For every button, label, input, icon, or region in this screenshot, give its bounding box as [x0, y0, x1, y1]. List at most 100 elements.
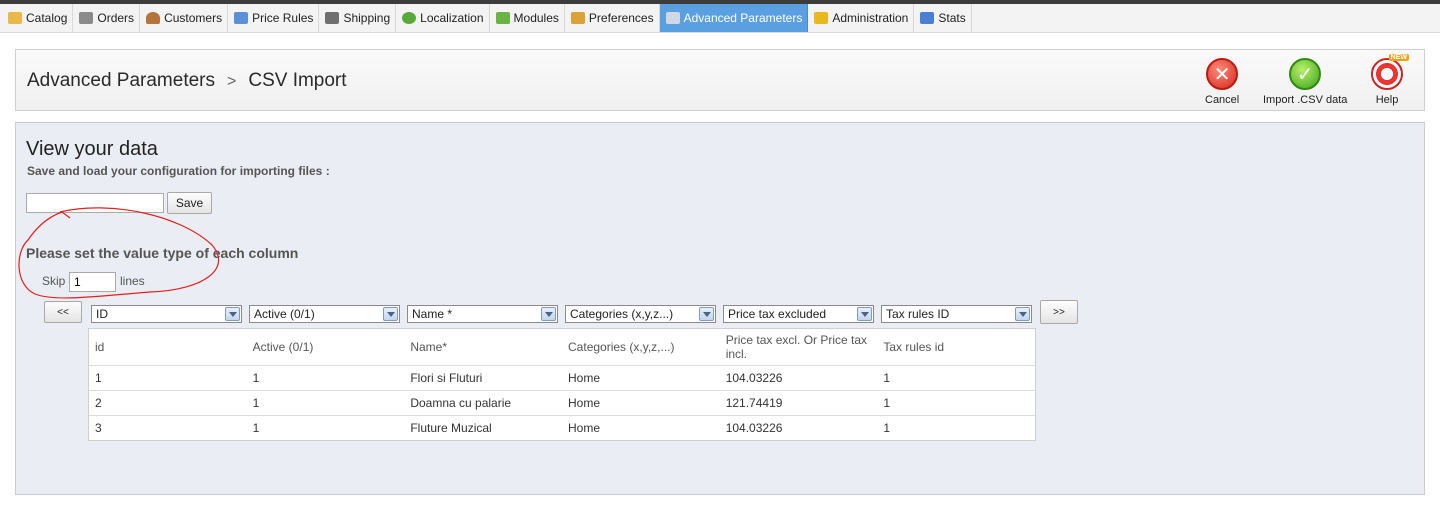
preferences-icon [570, 12, 585, 24]
cancel-button[interactable]: ✕ Cancel [1205, 58, 1239, 106]
key-icon [814, 12, 829, 24]
truck-icon [325, 12, 340, 24]
help-label: Help [1375, 94, 1399, 106]
checkmark-icon: ✓ [1289, 58, 1322, 90]
chevron-down-icon [699, 307, 714, 321]
tab-price-rules[interactable]: Price Rules [228, 4, 320, 32]
tab-label: Orders [97, 11, 135, 25]
table-cell: Home [568, 396, 601, 410]
chevron-down-icon [383, 307, 398, 321]
config-name-input[interactable] [26, 193, 164, 213]
column-type-select-1[interactable]: ID [91, 305, 242, 323]
panel-title: View your data [26, 138, 158, 160]
skip-label: Skip [42, 274, 66, 288]
table-header-cell: Name* [410, 340, 448, 354]
table-header-cell: id [95, 340, 105, 354]
lifebuoy-icon: NEW [1371, 54, 1409, 90]
column-type-select-5[interactable]: Price tax excluded [723, 305, 874, 323]
tab-stats[interactable]: Stats [914, 4, 972, 32]
table-cell: Doamna cu palarie [410, 396, 512, 410]
tab-label: Price Rules [252, 11, 314, 25]
tab-label: Shipping [343, 11, 391, 25]
previous-columns-button[interactable]: << [44, 301, 82, 323]
column-type-select-2[interactable]: Active (0/1) [249, 305, 400, 323]
table-header-cell: Categories (x,y,z,...) [568, 340, 675, 354]
table-header-row: id Active (0/1) Name* Categories (x,y,z,… [89, 329, 1035, 366]
table-cell: 3 [95, 421, 102, 435]
table-row: 1 1 Flori si Fluturi Home 104.03226 1 [89, 366, 1035, 391]
csv-preview-panel: View your data Save and load your config… [15, 122, 1425, 495]
tab-administration[interactable]: Administration [808, 4, 915, 32]
tab-label: Advanced Parameters [683, 11, 803, 25]
table-cell: 1 [883, 371, 891, 385]
column-type-select-3[interactable]: Name * [407, 305, 558, 323]
puzzle-icon [495, 12, 510, 24]
select-value: Categories (x,y,z...) [570, 307, 674, 321]
csv-preview-table: id Active (0/1) Name* Categories (x,y,z,… [88, 328, 1036, 441]
wrench-icon [665, 12, 680, 24]
price-tag-icon [234, 12, 249, 24]
breadcrumb: Advanced Parameters > CSV Import [27, 70, 347, 92]
tab-label: Stats [938, 11, 966, 25]
globe-icon [402, 12, 417, 24]
table-cell: Fluture Muzical [410, 421, 492, 435]
breadcrumb-page: CSV Import [248, 70, 347, 91]
table-header-cell: Tax rules id [883, 340, 945, 354]
tab-label: Modules [513, 11, 559, 25]
folder-icon [8, 12, 22, 24]
breadcrumb-separator: > [227, 73, 237, 90]
table-cell: 1 [883, 421, 891, 435]
tab-shipping[interactable]: Shipping [319, 4, 397, 32]
select-value: Active (0/1) [254, 307, 315, 321]
tab-modules[interactable]: Modules [490, 4, 565, 32]
table-row: 2 1 Doamna cu palarie Home 121.74419 1 [89, 391, 1035, 416]
cancel-label: Cancel [1205, 94, 1240, 106]
table-cell: Flori si Fluturi [410, 371, 483, 385]
table-cell: 1 [252, 396, 260, 410]
chevron-down-icon [857, 307, 872, 321]
tab-label: Localization [420, 11, 484, 25]
skip-lines-input[interactable] [69, 272, 116, 292]
lines-label: lines [120, 274, 145, 288]
new-badge: NEW [1388, 54, 1409, 61]
tab-label: Preferences [588, 11, 654, 25]
tab-localization[interactable]: Localization [396, 4, 490, 32]
select-value: Tax rules ID [886, 307, 950, 321]
tab-catalog[interactable]: Catalog [2, 4, 74, 32]
column-type-heading: Please set the value type of each column [26, 245, 299, 261]
select-value: Name * [412, 307, 453, 321]
breadcrumb-section[interactable]: Advanced Parameters [27, 70, 215, 91]
import-label: Import .CSV data [1263, 94, 1348, 106]
table-cell: 104.03226 [725, 421, 783, 435]
next-columns-button[interactable]: >> [1040, 300, 1078, 324]
chevron-down-icon [541, 307, 556, 321]
chevron-down-icon [225, 307, 240, 321]
table-cell: 1 [883, 396, 891, 410]
tab-advanced-parameters[interactable]: Advanced Parameters [659, 4, 809, 32]
table-cell: Home [568, 371, 601, 385]
tab-customers[interactable]: Customers [140, 4, 229, 32]
column-type-select-4[interactable]: Categories (x,y,z...) [565, 305, 716, 323]
help-button[interactable]: NEW Help [1371, 54, 1409, 106]
tab-label: Customers [164, 11, 223, 25]
select-value: ID [96, 307, 108, 321]
chevron-down-icon [1015, 307, 1030, 321]
table-cell: 104.03226 [725, 371, 783, 385]
main-menu: Catalog Orders Customers Price Rules Shi… [0, 4, 1440, 33]
table-row: 3 1 Fluture Muzical Home 104.03226 1 [89, 416, 1035, 440]
table-cell: Home [568, 421, 601, 435]
table-cell: 121.74419 [725, 396, 783, 410]
table-cell: 1 [95, 371, 102, 385]
person-icon [146, 12, 161, 24]
bar-chart-icon [920, 12, 935, 24]
column-type-select-6[interactable]: Tax rules ID [881, 305, 1032, 323]
import-csv-button[interactable]: ✓ Import .CSV data [1263, 58, 1347, 106]
table-cell: 1 [252, 371, 260, 385]
cancel-icon: ✕ [1206, 58, 1239, 90]
cart-icon [79, 12, 94, 24]
tab-preferences[interactable]: Preferences [565, 4, 660, 32]
save-config-button[interactable]: Save [167, 192, 212, 214]
tab-orders[interactable]: Orders [73, 4, 141, 32]
table-cell: 2 [95, 396, 102, 410]
tab-label: Catalog [26, 11, 68, 25]
